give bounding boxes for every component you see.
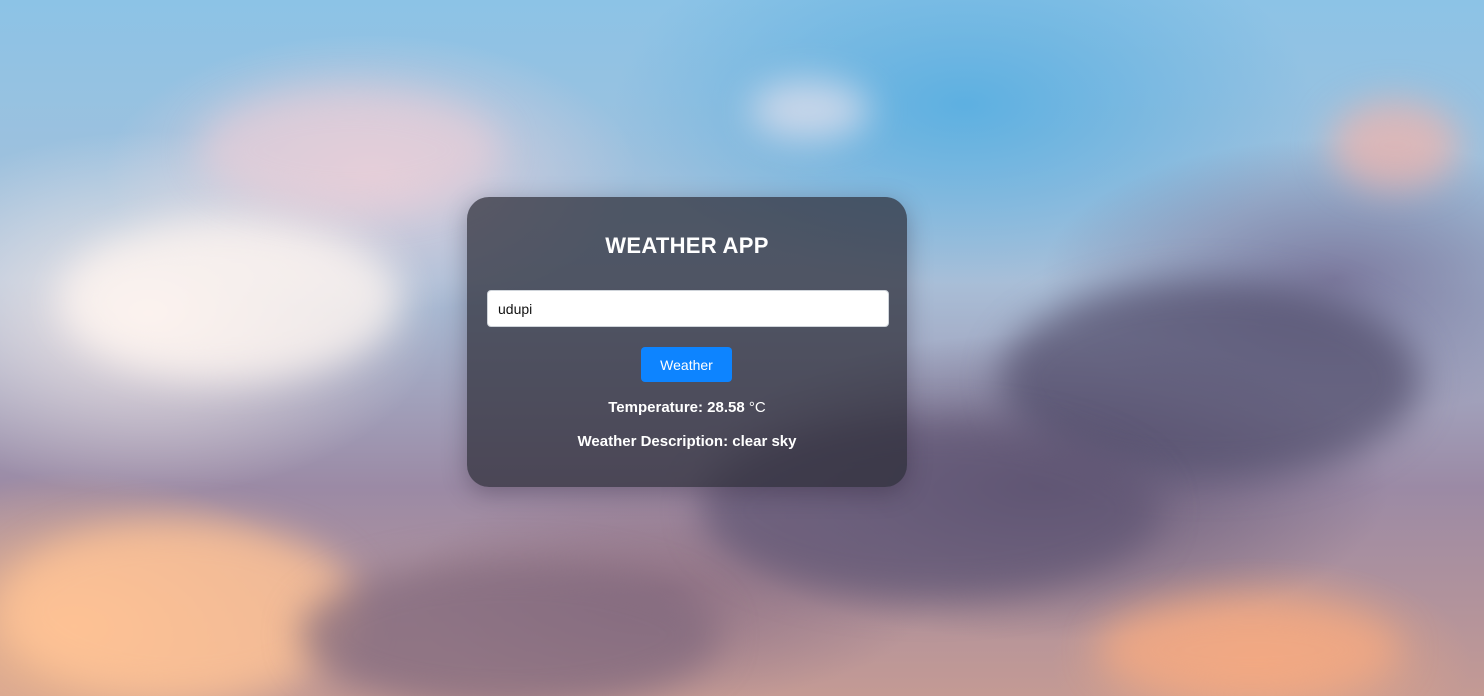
temperature-label: Temperature: (608, 399, 703, 416)
weather-card: WEATHER APP Weather Temperature: 28.58 °… (467, 197, 907, 487)
weather-button[interactable]: Weather (641, 347, 732, 382)
cloud-shape (1330, 100, 1460, 190)
cloud-shape (750, 80, 870, 140)
cloud-shape (1100, 600, 1400, 696)
temperature-line: Temperature: 28.58 °C (467, 399, 907, 416)
description-label: Weather Description: (577, 433, 729, 450)
cloud-shape (0, 520, 360, 696)
app-title: WEATHER APP (605, 233, 769, 258)
temperature-value: 28.58 (707, 399, 745, 416)
description-line: Weather Description: clear sky (467, 433, 907, 450)
temperature-unit: °C (748, 399, 766, 416)
description-value: clear sky (732, 433, 797, 450)
city-search-input[interactable] (487, 290, 889, 327)
cloud-shape (300, 560, 720, 696)
cloud-shape (60, 220, 400, 380)
cloud-shape (200, 90, 500, 210)
